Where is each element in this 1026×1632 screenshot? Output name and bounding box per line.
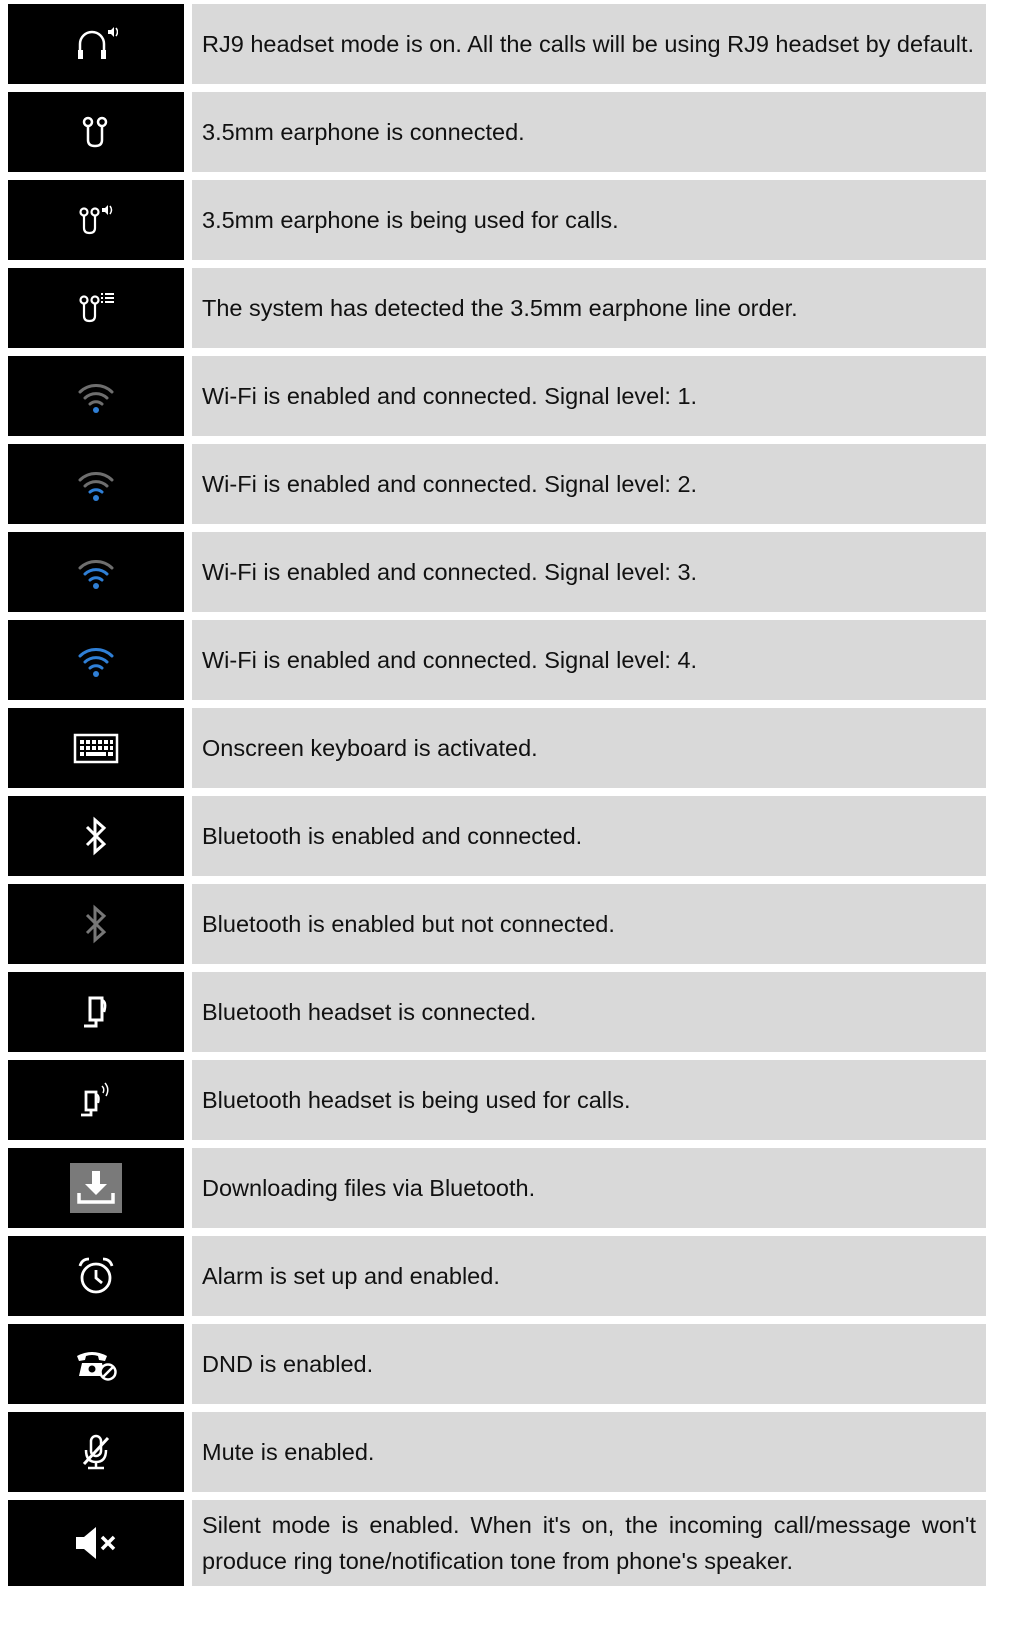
bluetooth-connected-icon xyxy=(80,814,112,858)
icon-cell xyxy=(8,444,184,524)
table-row: Wi-Fi is enabled and connected. Signal l… xyxy=(8,620,986,700)
description-cell: Bluetooth headset is being used for call… xyxy=(192,1060,986,1140)
description-text: 3.5mm earphone is being used for calls. xyxy=(202,207,619,233)
earphone-line-order-icon xyxy=(74,288,118,328)
earphone-icon xyxy=(76,112,116,152)
icon-cell xyxy=(8,796,184,876)
mute-icon xyxy=(76,1430,116,1474)
description-cell: Onscreen keyboard is activated. xyxy=(192,708,986,788)
description-text: The system has detected the 3.5mm earpho… xyxy=(202,295,798,321)
table-row: Downloading files via Bluetooth. xyxy=(8,1148,986,1228)
table-row: Onscreen keyboard is activated. xyxy=(8,708,986,788)
table-row: Bluetooth is enabled and connected. xyxy=(8,796,986,876)
icon-cell xyxy=(8,708,184,788)
icon-cell xyxy=(8,1236,184,1316)
bluetooth-headset-in-use-icon xyxy=(74,1078,118,1122)
description-cell: Bluetooth is enabled and connected. xyxy=(192,796,986,876)
description-text: Wi-Fi is enabled and connected. Signal l… xyxy=(202,647,698,673)
table-row: Mute is enabled. xyxy=(8,1412,986,1492)
description-text: Bluetooth headset is being used for call… xyxy=(202,1087,631,1113)
description-text: Onscreen keyboard is activated. xyxy=(202,735,538,761)
bluetooth-headset-icon xyxy=(76,990,116,1034)
bluetooth-disconnected-icon xyxy=(80,902,112,946)
icon-cell xyxy=(8,972,184,1052)
description-cell: DND is enabled. xyxy=(192,1324,986,1404)
alarm-icon xyxy=(74,1254,118,1298)
icon-cell xyxy=(8,92,184,172)
table-row: Bluetooth headset is connected. xyxy=(8,972,986,1052)
table-row: DND is enabled. xyxy=(8,1324,986,1404)
table-row: Wi-Fi is enabled and connected. Signal l… xyxy=(8,356,986,436)
description-text: 3.5mm earphone is connected. xyxy=(202,119,525,145)
description-text: Wi-Fi is enabled and connected. Signal l… xyxy=(202,559,698,585)
table-row: The system has detected the 3.5mm earpho… xyxy=(8,268,986,348)
icon-cell xyxy=(8,620,184,700)
wifi-signal-2-icon xyxy=(76,464,116,504)
description-cell: 3.5mm earphone is connected. xyxy=(192,92,986,172)
icon-cell xyxy=(8,884,184,964)
table-row: 3.5mm earphone is connected. xyxy=(8,92,986,172)
table-row: Wi-Fi is enabled and connected. Signal l… xyxy=(8,444,986,524)
description-cell: The system has detected the 3.5mm earpho… xyxy=(192,268,986,348)
wifi-signal-1-icon xyxy=(76,376,116,416)
table-row: Bluetooth headset is being used for call… xyxy=(8,1060,986,1140)
description-text: RJ9 headset mode is on. All the calls wi… xyxy=(202,31,975,57)
icon-cell xyxy=(8,4,184,84)
table-row: 3.5mm earphone is being used for calls. xyxy=(8,180,986,260)
table-row: Bluetooth is enabled but not connected. xyxy=(8,884,986,964)
icon-cell xyxy=(8,1500,184,1586)
earphone-in-use-icon xyxy=(74,200,118,240)
description-text: Bluetooth is enabled but not connected. xyxy=(202,911,615,937)
description-cell: Wi-Fi is enabled and connected. Signal l… xyxy=(192,356,986,436)
description-text: Mute is enabled. xyxy=(202,1439,375,1465)
description-text: Alarm is set up and enabled. xyxy=(202,1263,500,1289)
wifi-signal-3-icon xyxy=(76,552,116,592)
description-cell: 3.5mm earphone is being used for calls. xyxy=(192,180,986,260)
icon-cell xyxy=(8,180,184,260)
icon-cell xyxy=(8,356,184,436)
table-row: Silent mode is enabled. When it's on, th… xyxy=(8,1500,986,1586)
description-cell: Alarm is set up and enabled. xyxy=(192,1236,986,1316)
download-icon xyxy=(70,1163,122,1213)
description-cell: Downloading files via Bluetooth. xyxy=(192,1148,986,1228)
description-cell: Mute is enabled. xyxy=(192,1412,986,1492)
description-text: Wi-Fi is enabled and connected. Signal l… xyxy=(202,383,698,409)
description-cell: Bluetooth is enabled but not connected. xyxy=(192,884,986,964)
description-text: Bluetooth is enabled and connected. xyxy=(202,823,583,849)
icon-cell xyxy=(8,1148,184,1228)
description-cell: Bluetooth headset is connected. xyxy=(192,972,986,1052)
keyboard-icon xyxy=(72,730,120,766)
description-text: DND is enabled. xyxy=(202,1351,374,1377)
icon-cell xyxy=(8,532,184,612)
description-cell: Wi-Fi is enabled and connected. Signal l… xyxy=(192,444,986,524)
table-row: Alarm is set up and enabled. xyxy=(8,1236,986,1316)
icon-cell xyxy=(8,268,184,348)
icon-cell xyxy=(8,1412,184,1492)
dnd-icon xyxy=(72,1344,120,1384)
description-text: Silent mode is enabled. When it's on, th… xyxy=(202,1512,976,1574)
description-text: Wi-Fi is enabled and connected. Signal l… xyxy=(202,471,698,497)
description-cell: RJ9 headset mode is on. All the calls wi… xyxy=(192,4,986,84)
table-row: Wi-Fi is enabled and connected. Signal l… xyxy=(8,532,986,612)
description-cell: Silent mode is enabled. When it's on, th… xyxy=(192,1500,986,1586)
table-row: RJ9 headset mode is on. All the calls wi… xyxy=(8,4,986,84)
rj9-headset-icon xyxy=(74,24,118,64)
description-text: Bluetooth headset is connected. xyxy=(202,999,537,1025)
wifi-signal-4-icon xyxy=(76,640,116,680)
description-cell: Wi-Fi is enabled and connected. Signal l… xyxy=(192,532,986,612)
description-cell: Wi-Fi is enabled and connected. Signal l… xyxy=(192,620,986,700)
icon-cell xyxy=(8,1324,184,1404)
silent-mode-icon xyxy=(72,1523,120,1563)
icon-cell xyxy=(8,1060,184,1140)
description-text: Downloading files via Bluetooth. xyxy=(202,1175,536,1201)
